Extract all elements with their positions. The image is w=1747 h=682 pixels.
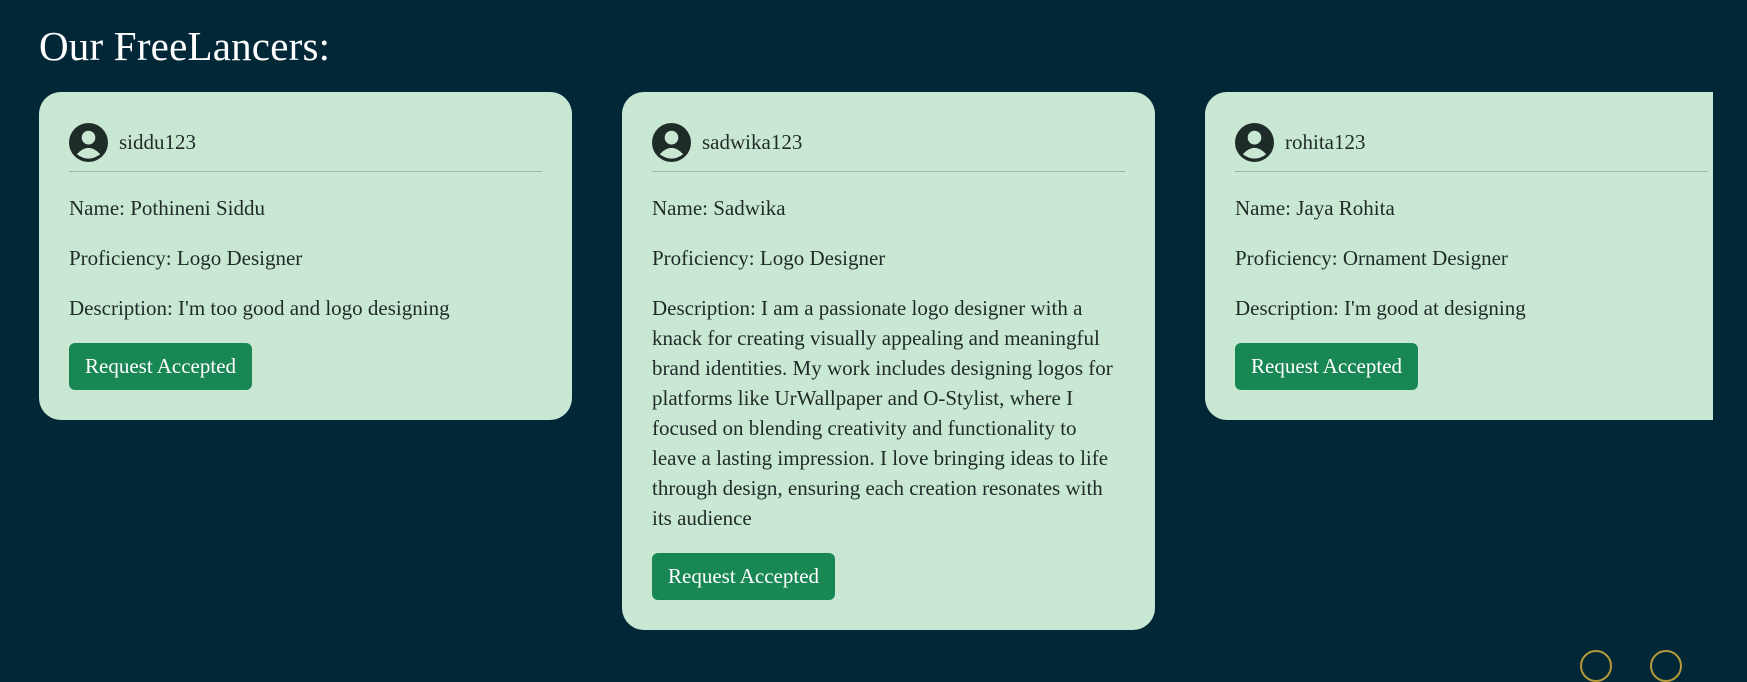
freelancer-username: siddu123: [119, 129, 197, 154]
freelancer-proficiency: Proficiency: Logo Designer: [69, 246, 303, 270]
freelancer-card: rohita123 Name: Jaya Rohita Proficiency:…: [1205, 92, 1713, 420]
card-header: sadwika123: [652, 122, 1125, 172]
freelancer-card: sadwika123 Name: Sadwika Proficiency: Lo…: [622, 92, 1155, 630]
card-header: siddu123: [69, 122, 542, 172]
freelancer-card-list: siddu123 Name: Pothineni Siddu Proficien…: [39, 92, 1713, 660]
freelancer-name: Name: Jaya Rohita: [1235, 196, 1395, 220]
request-accepted-button[interactable]: Request Accepted: [652, 553, 836, 600]
freelancer-description: Description: I'm good at designing: [1235, 296, 1526, 320]
freelancer-proficiency: Proficiency: Ornament Designer: [1235, 246, 1508, 270]
page-title: Our FreeLancers:: [39, 23, 331, 69]
user-circle-icon: [1235, 122, 1274, 162]
freelancer-name: Name: Sadwika: [652, 196, 786, 220]
freelancer-description: Description: I'm too good and logo desig…: [69, 296, 450, 320]
user-circle-icon: [69, 122, 108, 162]
freelancer-description: Description: I am a passionate logo desi…: [652, 296, 1113, 530]
freelancer-card: siddu123 Name: Pothineni Siddu Proficien…: [39, 92, 572, 420]
freelancer-username: sadwika123: [702, 129, 803, 154]
decorative-ring-icon: [1580, 650, 1612, 682]
request-accepted-button[interactable]: Request Accepted: [1235, 343, 1419, 390]
decorative-ring-icon: [1650, 650, 1682, 682]
card-header: rohita123: [1235, 122, 1708, 172]
freelancer-name: Name: Pothineni Siddu: [69, 196, 265, 220]
request-accepted-button[interactable]: Request Accepted: [69, 343, 253, 390]
freelancer-proficiency: Proficiency: Logo Designer: [652, 246, 886, 270]
user-circle-icon: [652, 122, 691, 162]
freelancer-username: rohita123: [1285, 129, 1366, 154]
